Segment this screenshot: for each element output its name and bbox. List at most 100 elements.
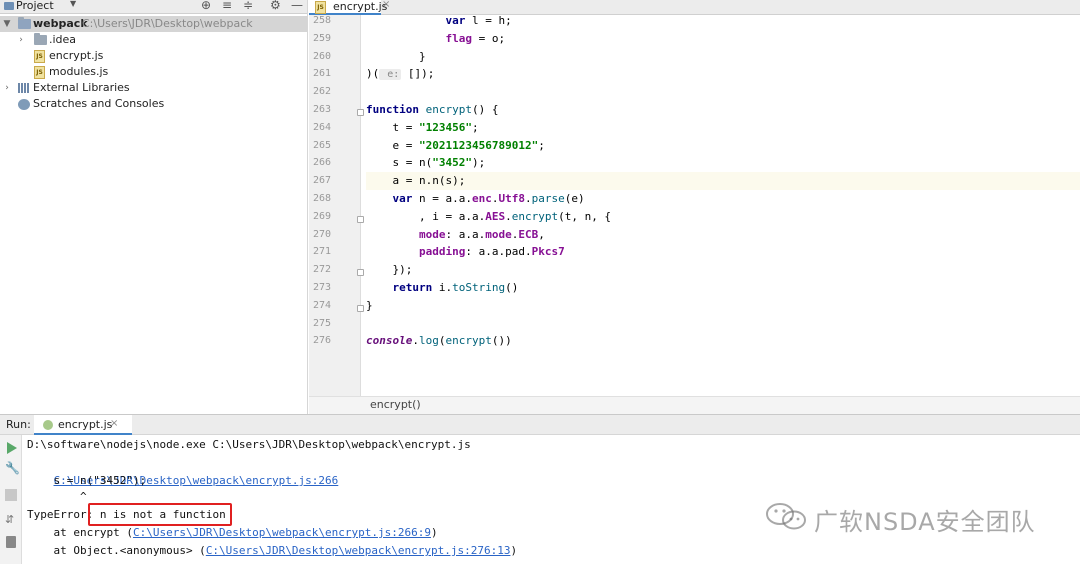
- library-icon: [18, 83, 30, 93]
- code-line: function encrypt() {: [366, 103, 499, 116]
- tree-item-path: C:\Users\JDR\Desktop\webpack: [82, 17, 253, 30]
- console-output[interactable]: D:\software\nodejs\node.exe C:\Users\JDR…: [22, 435, 1080, 564]
- fold-marker-icon[interactable]: [357, 215, 364, 223]
- console-line: at encrypt (C:\Users\JDR\Desktop\webpack…: [27, 524, 438, 542]
- run-label: Run:: [6, 418, 31, 431]
- node-run-config-icon: [43, 420, 53, 430]
- console-link[interactable]: C:\Users\JDR\Desktop\webpack\encrypt.js:…: [206, 544, 511, 557]
- code-line: }: [366, 49, 426, 63]
- tree-item-label: Scratches and Consoles: [33, 97, 165, 110]
- project-panel-title[interactable]: Project: [16, 0, 54, 12]
- close-icon[interactable]: ×: [110, 418, 118, 429]
- console-line: at Object.<anonymous> (C:\Users\JDR\Desk…: [27, 542, 517, 560]
- rerun-icon[interactable]: [7, 442, 17, 454]
- line-number: 258: [312, 15, 331, 26]
- code-line: padding: a.a.pad.Pkcs7: [418, 245, 565, 259]
- console-link[interactable]: C:\Users\JDR\Desktop\webpack\encrypt.js:…: [133, 526, 431, 539]
- stack-suffix: ): [430, 526, 438, 539]
- wechat-icon: [766, 503, 806, 530]
- line-number: 261: [312, 68, 331, 80]
- stack-prefix: at encrypt (: [27, 526, 133, 539]
- code-line: var l = h;: [445, 14, 512, 27]
- code-line: t = "123456";: [366, 120, 479, 134]
- tree-item-label: webpack: [33, 17, 88, 30]
- breadcrumb-item[interactable]: encrypt(): [370, 398, 421, 411]
- fold-marker-icon[interactable]: [357, 304, 364, 312]
- console-line: C:\Users\JDR\Desktop\webpack\encrypt.js:…: [27, 454, 339, 487]
- trash-icon[interactable]: [6, 536, 16, 548]
- chevron-right-icon[interactable]: ›: [2, 80, 12, 96]
- run-toolbar: 🔧 ⇵: [0, 435, 22, 564]
- line-number: 262: [312, 86, 331, 98]
- tree-item-idea[interactable]: › .idea: [0, 32, 307, 48]
- folder-icon: [18, 17, 31, 29]
- stack-suffix: ): [510, 544, 518, 557]
- line-number-gutter: 258 259 260 261 262 263 264 265 266 267 268 269 270 2…: [309, 15, 364, 396]
- line-number: 272: [312, 264, 331, 276]
- line-number: 271: [312, 246, 331, 258]
- run-tab-encrypt-js[interactable]: encrypt.js ×: [34, 415, 132, 435]
- folder-icon: [34, 33, 47, 45]
- code-line: flag = o;: [445, 31, 506, 45]
- line-number: 265: [312, 139, 331, 151]
- tree-item-label: .idea: [49, 33, 77, 46]
- code-line: )( e: []);: [366, 67, 435, 81]
- line-number: 260: [312, 50, 331, 62]
- tree-item-label: encrypt.js: [49, 49, 104, 62]
- code-line: });: [366, 263, 413, 277]
- expand-all-icon[interactable]: ≡: [222, 0, 232, 12]
- tree-item-modules-js[interactable]: JS modules.js: [0, 64, 307, 80]
- tree-item-label: modules.js: [49, 65, 109, 78]
- js-file-icon: JS: [315, 1, 326, 14]
- stop-icon[interactable]: [5, 489, 17, 501]
- code-editor[interactable]: 258 259 260 261 262 263 264 265 266 267 268 269 270 2…: [309, 14, 1080, 396]
- line-number: 266: [312, 157, 331, 169]
- stack-prefix: at Object.<anonymous> (: [27, 544, 206, 557]
- code-line: e = "2021123456789012";: [366, 138, 545, 152]
- locate-icon[interactable]: ⊕: [201, 0, 211, 12]
- gear-icon[interactable]: ⚙: [270, 0, 281, 12]
- code-line: mode: a.a.mode.ECB,: [418, 227, 545, 241]
- code-line: , i = a.a.AES.encrypt(t, n, {: [366, 209, 612, 223]
- chevron-down-icon[interactable]: ▼: [70, 0, 76, 8]
- chevron-down-icon[interactable]: ▼: [2, 16, 12, 32]
- tree-item-scratches[interactable]: Scratches and Consoles: [0, 96, 307, 112]
- line-number: 267: [312, 175, 331, 187]
- chevron-right-icon[interactable]: ›: [16, 32, 26, 48]
- line-number: 273: [312, 282, 331, 293]
- code-line: }: [366, 298, 373, 312]
- console-line: ^: [27, 490, 87, 503]
- tree-item-external-libraries[interactable]: › External Libraries: [0, 80, 307, 96]
- code-line: s = n("3452");: [366, 156, 486, 170]
- project-icon: [4, 2, 14, 10]
- code-line: a = n.n(s);: [366, 172, 1080, 191]
- js-file-icon: JS: [34, 66, 45, 79]
- breadcrumb: encrypt(): [309, 396, 1080, 414]
- close-icon[interactable]: ×: [382, 0, 390, 10]
- line-number: 259: [312, 32, 331, 44]
- tree-item-webpack[interactable]: ▼ webpack C:\Users\JDR\Desktop\webpack: [0, 16, 307, 32]
- error-highlight-box: [88, 503, 232, 526]
- line-number: 274: [312, 299, 331, 311]
- hide-panel-icon[interactable]: —: [291, 0, 303, 12]
- console-line: D:\software\nodejs\node.exe C:\Users\JDR…: [27, 438, 471, 451]
- tree-item-encrypt-js[interactable]: JS encrypt.js: [0, 48, 307, 64]
- code-line: console.log(encrypt()): [366, 334, 512, 348]
- line-number: 276: [312, 335, 331, 347]
- code-line: return i.toString(): [392, 281, 519, 294]
- tree-item-label: External Libraries: [33, 81, 130, 94]
- line-number: 268: [312, 193, 331, 204]
- line-number: 270: [312, 228, 331, 240]
- project-tool-window: Project ▼ ⊕ ≡ ≑ ⚙ — ▼ webpack C:\Users\J…: [0, 0, 308, 414]
- collapse-all-icon[interactable]: ≑: [243, 0, 253, 12]
- fold-marker-icon[interactable]: [357, 269, 364, 277]
- line-number: 269: [312, 210, 331, 222]
- sort-icon[interactable]: ⇵: [5, 514, 17, 526]
- js-file-icon: JS: [34, 50, 45, 63]
- line-number: 275: [312, 317, 331, 329]
- fold-marker-icon[interactable]: [357, 109, 364, 116]
- wrench-icon[interactable]: 🔧: [5, 462, 20, 474]
- run-tool-window-header: Run: encrypt.js ×: [0, 414, 1080, 435]
